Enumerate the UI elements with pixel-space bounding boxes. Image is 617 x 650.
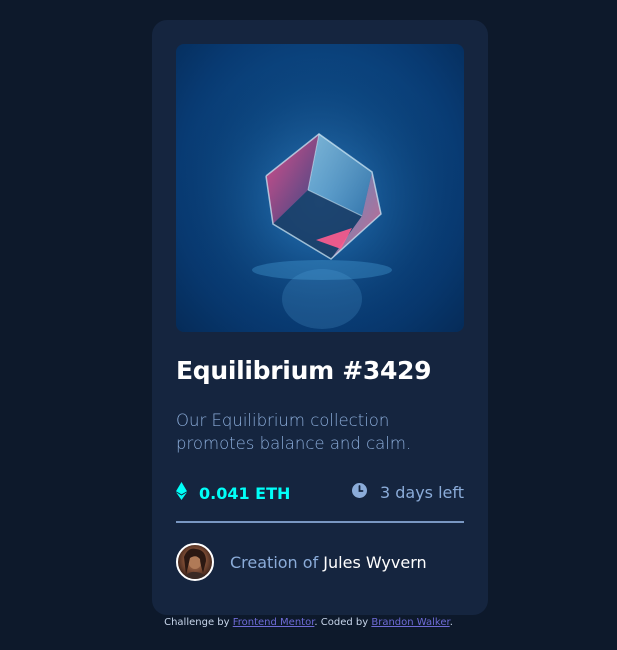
creator-prefix: Creation of xyxy=(230,552,324,572)
time-remaining: 3 days left xyxy=(351,482,464,503)
creator-text: Creation of Jules Wyvern xyxy=(230,553,427,572)
ethereum-icon xyxy=(176,482,187,504)
nft-image[interactable] xyxy=(176,44,464,332)
attribution: Challenge by Frontend Mentor. Coded by B… xyxy=(0,617,617,628)
creator: Creation of Jules Wyvern xyxy=(176,543,427,581)
attribution-suffix: . xyxy=(449,617,453,628)
price-value: 0.041 ETH xyxy=(199,483,291,503)
price: 0.041 ETH xyxy=(176,482,290,504)
creator-name[interactable]: Jules Wyvern xyxy=(323,553,426,572)
clock-icon xyxy=(351,482,368,503)
meta-row: 0.041 ETH 3 days left xyxy=(176,482,464,506)
nft-title[interactable]: Equilibrium #3429 xyxy=(176,356,432,385)
divider xyxy=(176,521,464,523)
equilibrium-cube-image xyxy=(176,44,464,332)
author-link[interactable]: Brandon Walker xyxy=(371,617,449,628)
time-left-value: 3 days left xyxy=(379,483,464,502)
nft-description: Our Equilibrium collection promotes bala… xyxy=(176,411,412,453)
nft-preview-card: Equilibrium #3429 Our Equilibrium collec… xyxy=(152,20,488,615)
attribution-middle: . Coded by xyxy=(314,617,372,628)
avatar xyxy=(176,543,214,581)
frontend-mentor-link[interactable]: Frontend Mentor xyxy=(233,617,315,628)
attribution-prefix: Challenge by xyxy=(164,617,233,628)
